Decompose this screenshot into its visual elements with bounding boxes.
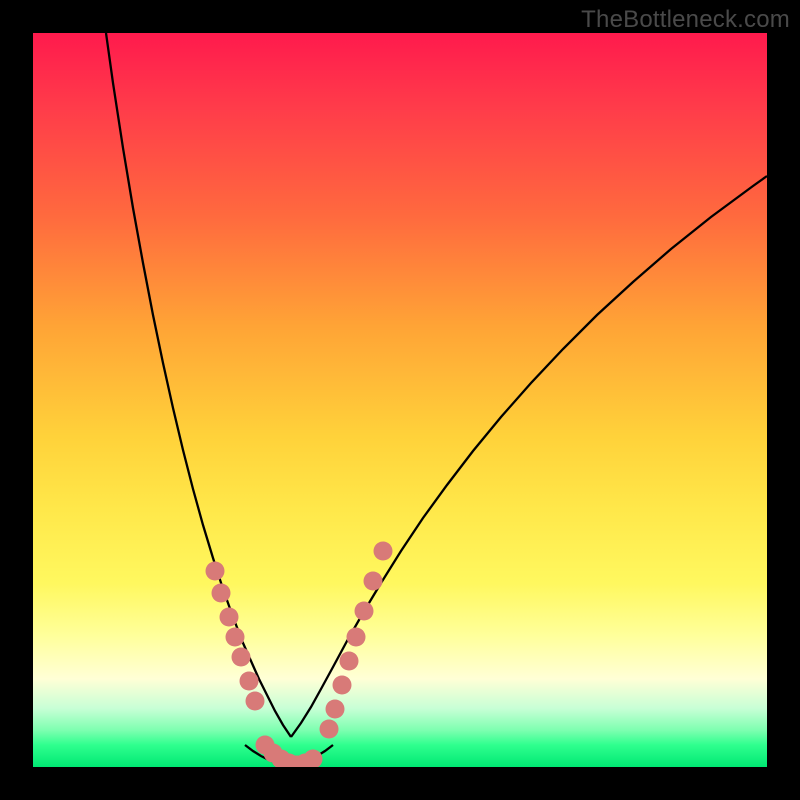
dot-right-0 [320, 720, 339, 739]
dot-left-5 [240, 672, 259, 691]
dot-left-1 [212, 584, 231, 603]
dot-left-6 [246, 692, 265, 711]
curve-right-branch [291, 176, 767, 737]
data-dots-group [206, 542, 393, 768]
dot-bottom-6 [304, 750, 323, 768]
dot-right-7 [374, 542, 393, 561]
dot-right-4 [347, 628, 366, 647]
dot-right-1 [326, 700, 345, 719]
dot-right-5 [355, 602, 374, 621]
plot-area [33, 33, 767, 767]
dot-right-6 [364, 572, 383, 591]
dot-left-3 [226, 628, 245, 647]
curve-left-branch [106, 33, 291, 737]
dot-left-2 [220, 608, 239, 627]
dot-right-3 [340, 652, 359, 671]
chart-svg [33, 33, 767, 767]
dot-right-2 [333, 676, 352, 695]
dot-left-4 [232, 648, 251, 667]
chart-stage: TheBottleneck.com [0, 0, 800, 800]
dot-left-0 [206, 562, 225, 581]
watermark-text: TheBottleneck.com [581, 6, 790, 34]
